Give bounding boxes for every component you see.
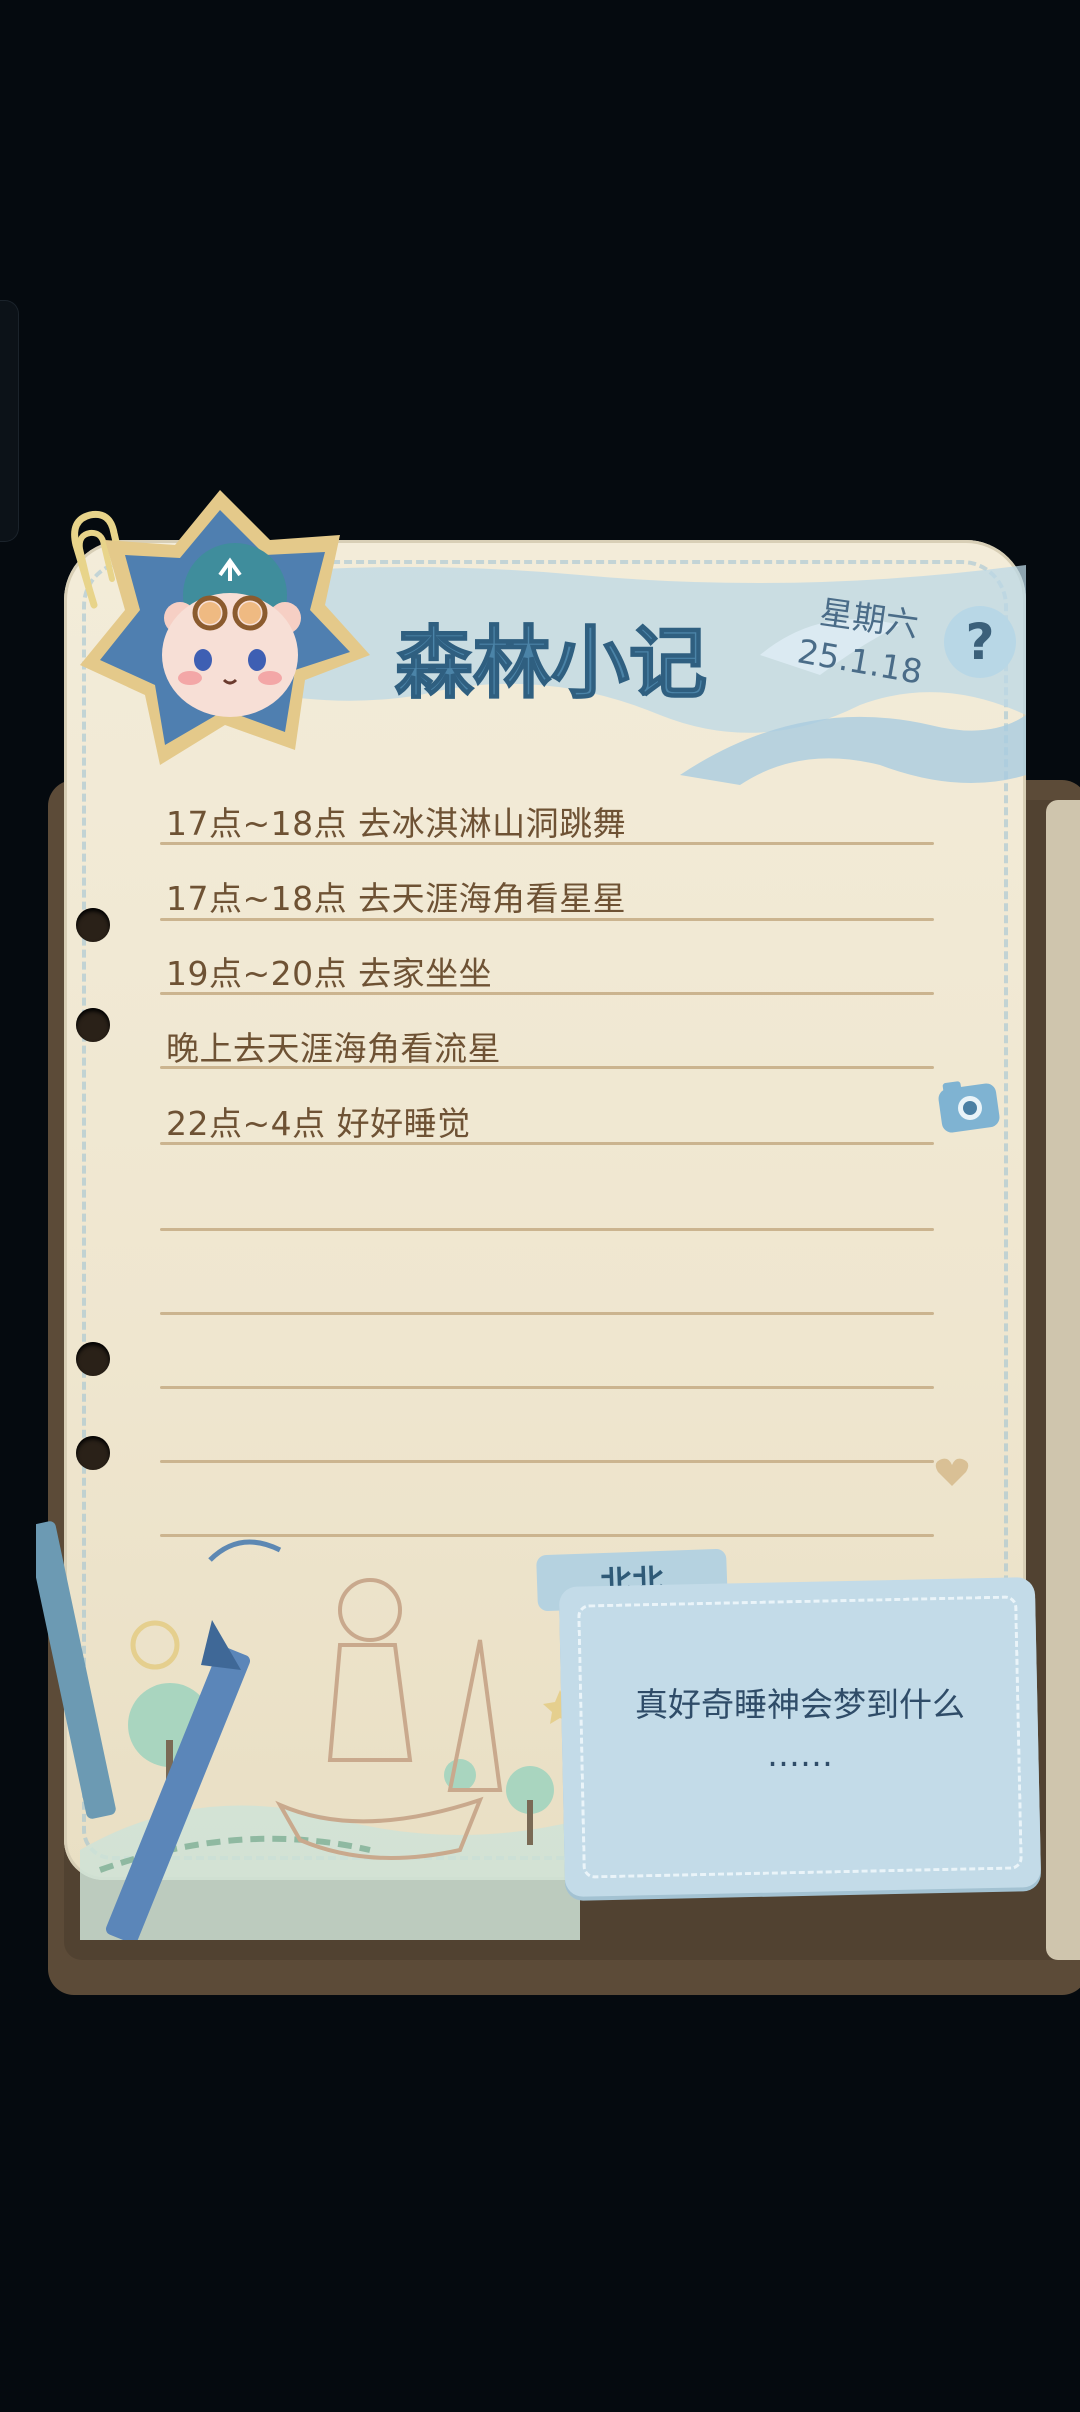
binder-hole — [76, 1436, 110, 1470]
ruled-line — [160, 1312, 934, 1315]
help-icon: ? — [965, 613, 995, 671]
journal-entry: 22点~4点 好好睡觉 — [166, 1104, 471, 1143]
journal-title: 森林小记 — [394, 618, 708, 710]
dialog-text: 真好奇睡神会梦到什么 …… — [600, 1680, 1000, 1780]
game-screen: 森林小记 星期六 25.1.18 ? 17点~18点 去冰淇淋山洞跳舞 17点~… — [0, 0, 1080, 2412]
binder-hole — [76, 908, 110, 942]
camera-icon[interactable] — [936, 1072, 1002, 1138]
ruled-line — [160, 1386, 934, 1389]
ruled-line — [160, 1228, 934, 1231]
side-edge-tab[interactable] — [0, 300, 19, 542]
heart-icon — [935, 1458, 969, 1486]
journal-entry: 19点~20点 去家坐坐 — [166, 954, 493, 993]
journal-entry: 17点~18点 去冰淇淋山洞跳舞 — [166, 804, 627, 843]
ruled-line — [160, 1460, 934, 1463]
dialog-line: 真好奇睡神会梦到什么 — [635, 1685, 965, 1724]
bear-avatar-icon[interactable] — [70, 480, 370, 780]
help-button[interactable]: ? — [944, 606, 1016, 678]
dialog-line: …… — [767, 1735, 833, 1774]
binder-hole — [76, 1008, 110, 1042]
journal-title-text: 森林小记 — [395, 619, 707, 709]
pencil-icon — [36, 1521, 251, 1940]
journal-entry: 17点~18点 去天涯海角看星星 — [166, 879, 627, 918]
journal-entry: 晚上去天涯海角看流星 — [166, 1029, 501, 1068]
binder-hole — [76, 1342, 110, 1376]
next-page-edge[interactable] — [1046, 800, 1080, 1960]
